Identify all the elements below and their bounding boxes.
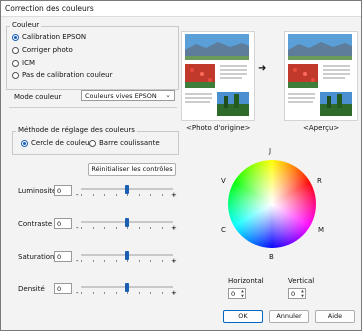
slider-tick <box>104 194 105 196</box>
slider-tick <box>127 260 128 262</box>
spin-arrows-icon[interactable]: ▲ ▼ <box>300 289 305 298</box>
slider-tick <box>116 194 117 196</box>
slider-label: Densité <box>18 285 45 293</box>
slider-minus-label: - <box>76 257 79 265</box>
slider-tick <box>116 227 117 229</box>
vertical-spinbox[interactable]: 0 ▲ ▼ <box>288 288 306 299</box>
title-bar: Correction des couleurs <box>1 1 361 17</box>
slider-tick <box>104 227 105 229</box>
spin-arrows-icon[interactable]: ▲ ▼ <box>240 289 245 298</box>
slider-value-spinbox[interactable]: 0 <box>54 283 72 294</box>
help-button[interactable]: Aide <box>315 310 355 323</box>
slider-tick <box>116 260 117 262</box>
wheel-label-b: B <box>269 253 274 261</box>
slider-tick <box>139 227 140 229</box>
method-group-legend: Méthode de réglage des couleurs <box>16 126 137 134</box>
radio-color-wheel[interactable]: Cercle de couleur <box>21 139 92 147</box>
cancel-button[interactable]: Annuler <box>269 310 309 323</box>
slider-tick <box>93 292 94 294</box>
slider-tick <box>93 260 94 262</box>
slider-tick <box>150 260 151 262</box>
arrow-right-icon: ➜ <box>258 63 267 74</box>
radio-no-calibration[interactable]: Pas de calibration couleur <box>12 71 112 79</box>
horizontal-spinbox[interactable]: 0 ▲ ▼ <box>228 288 246 299</box>
slider-tick <box>81 194 82 196</box>
color-group-legend: Couleur <box>10 21 42 29</box>
color-wheel-area: J R M B C V + <box>215 147 329 261</box>
slider-tick <box>81 292 82 294</box>
radio-slider-bar[interactable]: Barre coulissante <box>89 139 160 147</box>
slider-tick <box>104 260 105 262</box>
wheel-label-m: M <box>318 226 325 234</box>
slider-tick <box>81 227 82 229</box>
preview-caption: <Aperçu> <box>303 124 340 132</box>
radio-corriger-photo[interactable]: Corriger photo <box>12 46 73 54</box>
original-caption: <Photo d'origine> <box>186 124 251 132</box>
slider-label: Luminosité <box>18 187 57 195</box>
radio-indicator <box>89 139 96 147</box>
slider-tick <box>93 194 94 196</box>
slider-minus-label: - <box>76 224 79 232</box>
ok-button[interactable]: OK <box>223 310 263 323</box>
wheel-label-r: R <box>317 177 322 185</box>
slider-tick <box>139 194 140 196</box>
radio-indicator <box>12 46 19 54</box>
adjusted-preview-thumbnail <box>284 31 358 121</box>
radio-indicator <box>12 59 19 67</box>
slider-thumb[interactable] <box>125 251 129 260</box>
slider-tick <box>116 292 117 294</box>
color-correction-dialog: Correction des couleurs Couleur Calibrat… <box>0 0 362 331</box>
slider-label: Contraste <box>18 220 53 228</box>
slider-minus-label: - <box>76 289 79 297</box>
slider-plus-label: + <box>171 257 177 265</box>
radio-indicator <box>12 71 19 79</box>
slider-tick <box>150 194 151 196</box>
window-title: Correction des couleurs <box>5 4 94 13</box>
wheel-label-j: J <box>269 147 272 155</box>
slider-minus-label: - <box>76 191 79 199</box>
wheel-label-c: C <box>221 226 226 234</box>
slider-plus-label: + <box>171 224 177 232</box>
slider-value-spinbox[interactable]: 0 <box>54 185 72 196</box>
slider-tick <box>162 260 163 262</box>
wheel-center-crosshair[interactable]: + <box>269 200 276 209</box>
slider-plus-label: + <box>171 289 177 297</box>
slider-plus-label: + <box>171 191 177 199</box>
radio-calibration-epson[interactable]: Calibration EPSON <box>12 33 86 41</box>
horizontal-label: Horizontal <box>228 277 264 285</box>
slider-tick <box>139 292 140 294</box>
slider-tick <box>162 194 163 196</box>
slider-value-spinbox[interactable]: 0 <box>54 218 72 229</box>
slider-thumb[interactable] <box>125 185 129 194</box>
slider-tick <box>127 194 128 196</box>
radio-indicator <box>12 33 19 41</box>
slider-value-spinbox[interactable]: 0 <box>54 251 72 262</box>
separator <box>9 107 177 108</box>
reset-controls-button[interactable]: Réinitialiser les contrôles <box>88 163 176 176</box>
slider-tick <box>104 292 105 294</box>
color-mode-select[interactable]: Couleurs vives EPSON ⌄ <box>81 90 175 101</box>
slider-tick <box>127 227 128 229</box>
slider-tick <box>139 260 140 262</box>
color-mode-label: Mode couleur <box>14 93 62 101</box>
slider-thumb[interactable] <box>125 283 129 292</box>
slider-tick <box>127 292 128 294</box>
chevron-down-icon: ⌄ <box>165 91 171 99</box>
radio-icm[interactable]: ICM <box>12 59 35 67</box>
original-preview-thumbnail <box>181 31 255 121</box>
slider-tick <box>81 260 82 262</box>
slider-tick <box>150 292 151 294</box>
slider-tick <box>93 227 94 229</box>
slider-thumb[interactable] <box>125 218 129 227</box>
wheel-label-v: V <box>221 177 226 185</box>
slider-tick <box>150 227 151 229</box>
vertical-label: Vertical <box>288 277 315 285</box>
slider-tick <box>162 227 163 229</box>
slider-label: Saturation <box>18 253 55 261</box>
slider-tick <box>162 292 163 294</box>
radio-indicator <box>21 139 28 147</box>
